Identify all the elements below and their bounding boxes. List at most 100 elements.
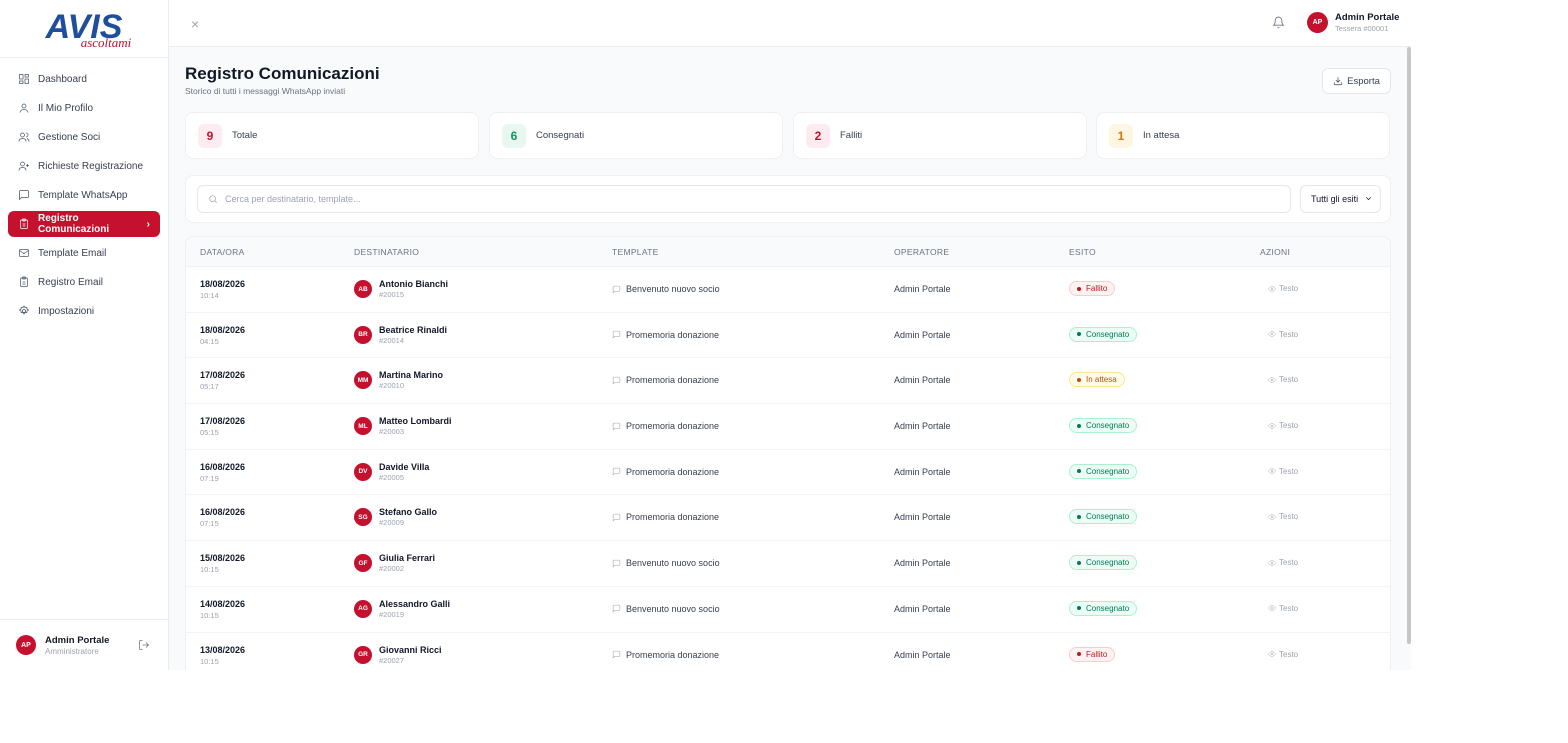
sidebar-item-registro-comunicazioni[interactable]: Registro Comunicazioni ›	[8, 211, 160, 237]
cell-template: Promemoria donazione	[612, 330, 719, 340]
table-row[interactable]: 17/08/2026 05:17 MM Martina Marino #20010 Pro…	[186, 358, 1390, 405]
cell-template: Benvenuto nuovo socio	[612, 604, 720, 614]
topbar: × AP Admin Portale Tessera #00001	[169, 0, 1411, 47]
bell-icon[interactable]	[1272, 16, 1285, 34]
cell-datetime: 17/08/2026 05:15	[200, 416, 245, 437]
cell-datetime: 16/08/2026 07:15	[200, 507, 245, 528]
template-name: Promemoria donazione	[626, 421, 720, 432]
avatar: GF	[354, 554, 372, 573]
scrollbar[interactable]	[1407, 47, 1411, 644]
message-square-icon	[612, 422, 621, 431]
recipient-id: #20005	[379, 472, 405, 482]
stat-label: Totale	[232, 130, 258, 141]
user-icon	[18, 102, 30, 114]
eye-icon	[1268, 285, 1276, 292]
stat-value: 6	[502, 123, 526, 148]
sidebar: AVIS ascoltami Dashboard Il Mio Profilo Ge…	[0, 0, 169, 670]
view-text-button[interactable]: Testo	[1268, 421, 1298, 430]
template-name: Promemoria donazione	[626, 375, 720, 386]
message-square-icon	[18, 189, 30, 201]
sidebar-item-richieste-registrazione[interactable]: Richieste Registrazione	[8, 153, 160, 179]
sidebar-item-dashboard[interactable]: Dashboard	[8, 66, 160, 92]
time: 07:15	[200, 519, 219, 529]
table-row[interactable]: 16/08/2026 07:15 SG Stefano Gallo #20009 Prom…	[186, 495, 1390, 542]
message-square-icon	[612, 513, 621, 522]
view-text-button[interactable]: Testo	[1268, 375, 1298, 384]
gear-icon	[18, 305, 30, 317]
sidebar-item-template-whatsapp[interactable]: Template WhatsApp	[8, 182, 160, 208]
eye-icon	[1268, 560, 1276, 566]
search-box[interactable]	[197, 185, 1291, 213]
message-square-icon	[612, 605, 621, 613]
column-header: TEMPLATE	[612, 247, 659, 257]
view-text-button[interactable]: Testo	[1268, 604, 1298, 613]
table-row[interactable]: 14/08/2026 10:15 AG Alessandro Galli #20019 B…	[186, 587, 1390, 633]
export-button[interactable]: Esporta	[1322, 68, 1391, 94]
time: 10:15	[200, 656, 219, 666]
outcome-filter-select[interactable]: Tutti gli esiti	[1300, 185, 1381, 213]
eye-icon	[1268, 651, 1276, 657]
recipient-id: #20015	[379, 290, 405, 299]
action-label: Testo	[1279, 421, 1299, 431]
cell-template: Promemoria donazione	[612, 467, 719, 477]
export-label: Esporta	[1347, 75, 1380, 87]
sidebar-item-gestione-soci[interactable]: Gestione Soci	[8, 124, 160, 150]
table-row[interactable]: 15/08/2026 10:15 GF Giulia Ferrari #20002 Ben…	[186, 541, 1390, 587]
topbar-user[interactable]: AP Admin Portale Tessera #00001	[1307, 12, 1399, 33]
users-icon	[18, 131, 30, 143]
cell-recipient: AG Alessandro Galli #20019	[354, 599, 450, 619]
clipboard-icon	[18, 276, 30, 288]
template-name: Benvenuto nuovo socio	[626, 603, 720, 614]
user-name: Admin Portale	[1335, 12, 1400, 23]
sidebar-item-registro-email[interactable]: Registro Email	[8, 269, 160, 295]
recipient-id: #20009	[379, 518, 405, 528]
avatar: ML	[354, 417, 372, 436]
dashboard-icon	[18, 73, 30, 85]
column-header: AZIONI	[1260, 247, 1291, 257]
sidebar-user: AP Admin Portale Amministratore	[0, 619, 168, 670]
avatar: AG	[354, 599, 372, 618]
sidebar-item-label: Template WhatsApp	[38, 189, 128, 201]
status-badge: Fallito	[1069, 646, 1116, 662]
view-text-button[interactable]: Testo	[1268, 284, 1298, 293]
recipient-name: Stefano Gallo	[379, 507, 438, 518]
cell-operator: Admin Portale	[894, 603, 951, 614]
status-label: Fallito	[1086, 284, 1108, 293]
view-text-button[interactable]: Testo	[1268, 558, 1298, 567]
table-row[interactable]: 18/08/2026 10:14 AB Antonio Bianchi #20015 Be…	[186, 267, 1390, 313]
table-row[interactable]: 18/08/2026 04:15 BR Beatrice Rinaldi #20014 P…	[186, 313, 1390, 359]
page-subtitle: Storico di tutti i messaggi WhatsApp inv…	[185, 86, 346, 96]
sidebar-item-label: Impostazioni	[38, 305, 95, 317]
date: 17/08/2026	[200, 416, 246, 427]
avatar: MM	[354, 371, 372, 390]
sidebar-item-label: Registro Comunicazioni	[38, 213, 110, 235]
status-dot	[1077, 560, 1081, 565]
sidebar-item-template-email[interactable]: Template Email	[8, 240, 160, 266]
close-icon[interactable]: ×	[191, 16, 199, 32]
view-text-button[interactable]: Testo	[1268, 512, 1298, 521]
avatar: AP	[16, 635, 36, 655]
cell-operator: Admin Portale	[894, 466, 951, 477]
sidebar-item-il-mio-profilo[interactable]: Il Mio Profilo	[8, 95, 160, 121]
date: 16/08/2026	[200, 507, 246, 518]
status-label: Fallito	[1086, 649, 1108, 659]
table-row[interactable]: 16/08/2026 07:19 DV Davide Villa #20005 Prome…	[186, 450, 1390, 496]
view-text-button[interactable]: Testo	[1268, 467, 1298, 476]
user-plus-icon	[18, 160, 30, 172]
status-badge: In attesa	[1069, 372, 1125, 388]
stat-value: 2	[806, 123, 830, 148]
logout-icon[interactable]	[138, 638, 150, 656]
view-text-button[interactable]: Testo	[1268, 330, 1298, 339]
eye-icon	[1268, 377, 1276, 383]
cell-datetime: 18/08/2026 10:14	[200, 279, 245, 300]
table-row[interactable]: 17/08/2026 05:15 ML Matteo Lombardi #20003 Pr…	[186, 404, 1390, 450]
cell-operator: Admin Portale	[894, 329, 951, 340]
time: 10:15	[200, 610, 219, 620]
download-icon	[1334, 77, 1343, 86]
eye-icon	[1268, 605, 1276, 611]
recipient-id: #20014	[379, 335, 405, 345]
search-input[interactable]	[225, 194, 1225, 204]
table-row[interactable]: 13/08/2026 10:15 GR Giovanni Ricci #20027 Pro…	[186, 633, 1390, 671]
sidebar-item-impostazioni[interactable]: Impostazioni	[8, 298, 160, 324]
view-text-button[interactable]: Testo	[1268, 650, 1298, 659]
